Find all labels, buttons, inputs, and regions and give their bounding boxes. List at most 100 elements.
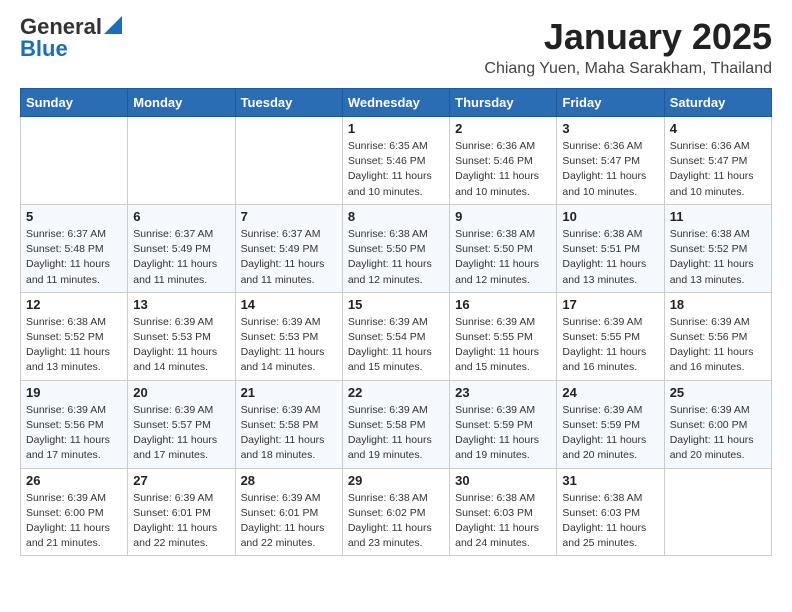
day-number: 23 bbox=[455, 385, 551, 400]
day-info: Sunrise: 6:35 AM Sunset: 5:46 PM Dayligh… bbox=[348, 139, 444, 200]
calendar-header-cell: Friday bbox=[557, 89, 664, 117]
calendar-cell: 14Sunrise: 6:39 AM Sunset: 5:53 PM Dayli… bbox=[235, 292, 342, 380]
day-number: 27 bbox=[133, 473, 229, 488]
day-info: Sunrise: 6:38 AM Sunset: 5:50 PM Dayligh… bbox=[455, 227, 551, 288]
calendar-cell: 25 Sunrise: 6:39 AM Sunset: 6:00 PM Dayli… bbox=[664, 380, 771, 468]
calendar-cell: 1 Sunrise: 6:35 AM Sunset: 5:46 PM Daylig… bbox=[342, 117, 449, 205]
calendar-cell: 16Sunrise: 6:39 AM Sunset: 5:55 PM Dayli… bbox=[450, 292, 557, 380]
day-info: Sunrise: 6:39 AM Sunset: 5:53 PM Dayligh… bbox=[133, 315, 229, 376]
title-block: January 2025 Chiang Yuen, Maha Sarakham,… bbox=[484, 16, 772, 78]
calendar-cell bbox=[235, 117, 342, 205]
day-info: Sunrise: 6:38 AM Sunset: 6:03 PM Dayligh… bbox=[562, 491, 658, 552]
calendar-cell: 17 Sunrise: 6:39 AM Sunset: 5:55 PM Dayli… bbox=[557, 292, 664, 380]
calendar-header-cell: Thursday bbox=[450, 89, 557, 117]
day-number: 6 bbox=[133, 209, 229, 224]
day-info: Sunrise: 6:39 AM Sunset: 5:58 PM Dayligh… bbox=[348, 403, 444, 464]
logo-triangle-icon bbox=[104, 16, 122, 34]
day-number: 31 bbox=[562, 473, 658, 488]
calendar-cell bbox=[664, 468, 771, 556]
day-info: Sunrise: 6:36 AM Sunset: 5:47 PM Dayligh… bbox=[670, 139, 766, 200]
day-number: 21 bbox=[241, 385, 337, 400]
day-info: Sunrise: 6:39 AM Sunset: 5:55 PM Dayligh… bbox=[562, 315, 658, 376]
calendar-cell: 23Sunrise: 6:39 AM Sunset: 5:59 PM Dayli… bbox=[450, 380, 557, 468]
day-number: 15 bbox=[348, 297, 444, 312]
day-number: 11 bbox=[670, 209, 766, 224]
calendar-cell: 22 Sunrise: 6:39 AM Sunset: 5:58 PM Dayli… bbox=[342, 380, 449, 468]
logo-blue-text: Blue bbox=[20, 38, 122, 60]
day-info: Sunrise: 6:38 AM Sunset: 5:51 PM Dayligh… bbox=[562, 227, 658, 288]
day-info: Sunrise: 6:39 AM Sunset: 5:54 PM Dayligh… bbox=[348, 315, 444, 376]
calendar-header-cell: Sunday bbox=[21, 89, 128, 117]
day-number: 16 bbox=[455, 297, 551, 312]
calendar-cell: 6Sunrise: 6:37 AM Sunset: 5:49 PM Daylig… bbox=[128, 204, 235, 292]
day-number: 18 bbox=[670, 297, 766, 312]
day-number: 13 bbox=[133, 297, 229, 312]
calendar-cell: 7 Sunrise: 6:37 AM Sunset: 5:49 PM Daylig… bbox=[235, 204, 342, 292]
calendar-cell: 19 Sunrise: 6:39 AM Sunset: 5:56 PM Dayli… bbox=[21, 380, 128, 468]
day-info: Sunrise: 6:37 AM Sunset: 5:48 PM Dayligh… bbox=[26, 227, 122, 288]
day-info: Sunrise: 6:39 AM Sunset: 5:59 PM Dayligh… bbox=[562, 403, 658, 464]
day-info: Sunrise: 6:39 AM Sunset: 5:56 PM Dayligh… bbox=[26, 403, 122, 464]
calendar-week-row: 5Sunrise: 6:37 AM Sunset: 5:48 PM Daylig… bbox=[21, 204, 772, 292]
day-number: 2 bbox=[455, 121, 551, 136]
day-info: Sunrise: 6:39 AM Sunset: 6:00 PM Dayligh… bbox=[670, 403, 766, 464]
calendar-cell: 26Sunrise: 6:39 AM Sunset: 6:00 PM Dayli… bbox=[21, 468, 128, 556]
calendar-week-row: 26Sunrise: 6:39 AM Sunset: 6:00 PM Dayli… bbox=[21, 468, 772, 556]
day-info: Sunrise: 6:38 AM Sunset: 5:50 PM Dayligh… bbox=[348, 227, 444, 288]
day-number: 19 bbox=[26, 385, 122, 400]
day-info: Sunrise: 6:39 AM Sunset: 6:00 PM Dayligh… bbox=[26, 491, 122, 552]
calendar-week-row: 19 Sunrise: 6:39 AM Sunset: 5:56 PM Dayli… bbox=[21, 380, 772, 468]
day-number: 10 bbox=[562, 209, 658, 224]
calendar-cell: 28Sunrise: 6:39 AM Sunset: 6:01 PM Dayli… bbox=[235, 468, 342, 556]
day-number: 9 bbox=[455, 209, 551, 224]
calendar-week-row: 1 Sunrise: 6:35 AM Sunset: 5:46 PM Daylig… bbox=[21, 117, 772, 205]
day-number: 8 bbox=[348, 209, 444, 224]
calendar-cell: 15 Sunrise: 6:39 AM Sunset: 5:54 PM Dayli… bbox=[342, 292, 449, 380]
calendar-header-row: SundayMondayTuesdayWednesdayThursdayFrid… bbox=[21, 89, 772, 117]
calendar-cell: 2 Sunrise: 6:36 AM Sunset: 5:46 PM Daylig… bbox=[450, 117, 557, 205]
day-number: 17 bbox=[562, 297, 658, 312]
day-number: 24 bbox=[562, 385, 658, 400]
location-subtitle: Chiang Yuen, Maha Sarakham, Thailand bbox=[484, 60, 772, 78]
calendar-cell: 10 Sunrise: 6:38 AM Sunset: 5:51 PM Dayli… bbox=[557, 204, 664, 292]
day-number: 3 bbox=[562, 121, 658, 136]
calendar-cell: 21 Sunrise: 6:39 AM Sunset: 5:58 PM Dayli… bbox=[235, 380, 342, 468]
logo: General Blue bbox=[20, 16, 122, 60]
day-number: 30 bbox=[455, 473, 551, 488]
day-number: 25 bbox=[670, 385, 766, 400]
day-number: 29 bbox=[348, 473, 444, 488]
day-number: 7 bbox=[241, 209, 337, 224]
calendar-cell: 20Sunrise: 6:39 AM Sunset: 5:57 PM Dayli… bbox=[128, 380, 235, 468]
day-number: 22 bbox=[348, 385, 444, 400]
calendar-header-cell: Monday bbox=[128, 89, 235, 117]
calendar-cell: 8 Sunrise: 6:38 AM Sunset: 5:50 PM Daylig… bbox=[342, 204, 449, 292]
calendar-cell: 24 Sunrise: 6:39 AM Sunset: 5:59 PM Dayli… bbox=[557, 380, 664, 468]
calendar-cell: 27Sunrise: 6:39 AM Sunset: 6:01 PM Dayli… bbox=[128, 468, 235, 556]
calendar-cell: 12 Sunrise: 6:38 AM Sunset: 5:52 PM Dayli… bbox=[21, 292, 128, 380]
day-info: Sunrise: 6:37 AM Sunset: 5:49 PM Dayligh… bbox=[241, 227, 337, 288]
calendar-week-row: 12 Sunrise: 6:38 AM Sunset: 5:52 PM Dayli… bbox=[21, 292, 772, 380]
day-info: Sunrise: 6:36 AM Sunset: 5:47 PM Dayligh… bbox=[562, 139, 658, 200]
day-number: 12 bbox=[26, 297, 122, 312]
day-info: Sunrise: 6:39 AM Sunset: 5:58 PM Dayligh… bbox=[241, 403, 337, 464]
calendar-cell: 31 Sunrise: 6:38 AM Sunset: 6:03 PM Dayli… bbox=[557, 468, 664, 556]
day-info: Sunrise: 6:38 AM Sunset: 5:52 PM Dayligh… bbox=[26, 315, 122, 376]
day-info: Sunrise: 6:38 AM Sunset: 6:02 PM Dayligh… bbox=[348, 491, 444, 552]
day-info: Sunrise: 6:36 AM Sunset: 5:46 PM Dayligh… bbox=[455, 139, 551, 200]
day-info: Sunrise: 6:39 AM Sunset: 5:57 PM Dayligh… bbox=[133, 403, 229, 464]
calendar-cell: 3 Sunrise: 6:36 AM Sunset: 5:47 PM Daylig… bbox=[557, 117, 664, 205]
month-title: January 2025 bbox=[484, 16, 772, 58]
calendar-cell: 11 Sunrise: 6:38 AM Sunset: 5:52 PM Dayli… bbox=[664, 204, 771, 292]
calendar-header-cell: Tuesday bbox=[235, 89, 342, 117]
day-number: 1 bbox=[348, 121, 444, 136]
calendar-cell: 30Sunrise: 6:38 AM Sunset: 6:03 PM Dayli… bbox=[450, 468, 557, 556]
day-info: Sunrise: 6:39 AM Sunset: 5:56 PM Dayligh… bbox=[670, 315, 766, 376]
calendar-cell bbox=[21, 117, 128, 205]
day-info: Sunrise: 6:38 AM Sunset: 5:52 PM Dayligh… bbox=[670, 227, 766, 288]
calendar-table: SundayMondayTuesdayWednesdayThursdayFrid… bbox=[20, 88, 772, 556]
calendar-cell: 4Sunrise: 6:36 AM Sunset: 5:47 PM Daylig… bbox=[664, 117, 771, 205]
day-info: Sunrise: 6:39 AM Sunset: 6:01 PM Dayligh… bbox=[241, 491, 337, 552]
logo-general-text: General bbox=[20, 16, 102, 38]
calendar-cell: 29 Sunrise: 6:38 AM Sunset: 6:02 PM Dayli… bbox=[342, 468, 449, 556]
calendar-cell: 18 Sunrise: 6:39 AM Sunset: 5:56 PM Dayli… bbox=[664, 292, 771, 380]
